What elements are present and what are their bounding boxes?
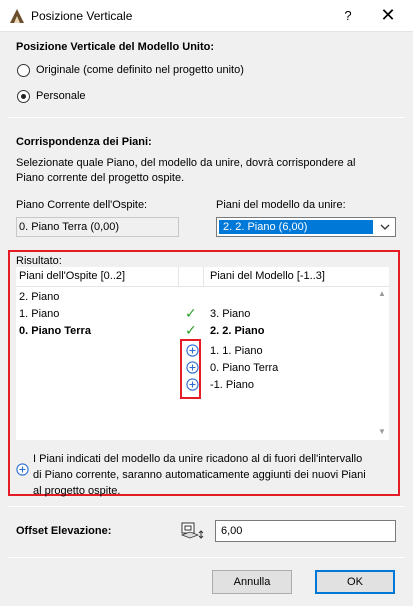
model-stories-label: Piani del modello da unire: bbox=[216, 199, 346, 211]
host-story-row-current: 0. Piano Terra bbox=[19, 325, 91, 337]
separator bbox=[8, 117, 405, 118]
result-list: Piani dell'Ospite [0..2] Piani del Model… bbox=[16, 267, 389, 440]
model-story-row-current: 2. 2. Piano bbox=[210, 325, 265, 337]
offset-label: Offset Elevazione: bbox=[16, 525, 112, 537]
chevron-down-icon bbox=[380, 224, 390, 230]
radio-original[interactable] bbox=[17, 64, 30, 77]
model-story-row: 0. Piano Terra bbox=[210, 362, 279, 374]
model-story-row: 3. Piano bbox=[210, 308, 251, 320]
host-story-field: 0. Piano Terra (0,00) bbox=[16, 217, 179, 237]
host-story-row: 2. Piano bbox=[19, 291, 60, 303]
elevation-offset-icon bbox=[180, 522, 204, 539]
match-description-2: Piano corrente del progetto ospite. bbox=[16, 172, 185, 184]
close-button[interactable]: ✕ bbox=[370, 4, 406, 28]
list-header: Piani dell'Ospite [0..2] Piani del Model… bbox=[16, 267, 389, 287]
separator bbox=[8, 557, 405, 558]
scroll-up-icon[interactable]: ▲ bbox=[378, 289, 386, 298]
scroll-down-icon[interactable]: ▼ bbox=[378, 427, 386, 436]
check-icon: ✓ bbox=[185, 305, 197, 321]
info-text-line: di Piano corrente, saranno automaticamen… bbox=[33, 469, 366, 481]
column-header-host: Piani dell'Ospite [0..2] bbox=[19, 270, 126, 282]
radio-custom[interactable] bbox=[17, 90, 30, 103]
add-story-info-icon bbox=[16, 463, 29, 476]
column-divider bbox=[178, 267, 179, 287]
cancel-button[interactable]: Annulla bbox=[212, 570, 292, 594]
help-button[interactable]: ? bbox=[334, 4, 362, 28]
list-scrollbar[interactable]: ▲ ▼ bbox=[375, 287, 389, 440]
radio-custom-label[interactable]: Personale bbox=[36, 90, 86, 102]
host-story-row: 1. Piano bbox=[19, 308, 60, 320]
model-story-selected: 2. 2. Piano (6,00) bbox=[219, 220, 373, 234]
match-description: Selezionate quale Piano, del modello da … bbox=[16, 157, 356, 169]
result-label: Risultato: bbox=[16, 255, 62, 267]
app-icon bbox=[10, 9, 24, 23]
separator bbox=[8, 506, 405, 507]
model-story-row: -1. Piano bbox=[210, 379, 255, 391]
info-text-line: al progetto ospite. bbox=[33, 485, 121, 497]
check-icon: ✓ bbox=[185, 322, 197, 338]
model-story-row: 1. 1. Piano bbox=[210, 345, 263, 357]
ok-button[interactable]: OK bbox=[315, 570, 395, 594]
window-title: Posizione Verticale bbox=[31, 9, 133, 23]
radio-original-label[interactable]: Originale (come definito nel progetto un… bbox=[36, 64, 244, 76]
column-divider bbox=[203, 267, 204, 287]
host-story-label: Piano Corrente dell'Ospite: bbox=[16, 199, 148, 211]
info-text-line: I Piani indicati del modello da unire ri… bbox=[33, 453, 363, 465]
model-story-dropdown[interactable]: 2. 2. Piano (6,00) bbox=[216, 217, 396, 237]
new-stories-highlight-box bbox=[180, 339, 201, 399]
column-header-model: Piani del Modello [-1..3] bbox=[210, 270, 325, 282]
match-heading: Corrispondenza dei Piani: bbox=[16, 136, 152, 148]
info-text: I Piani indicati del modello da unire ri… bbox=[33, 451, 389, 499]
offset-elevation-input[interactable]: 6,00 bbox=[215, 520, 396, 542]
position-heading: Posizione Verticale del Modello Unito: bbox=[16, 41, 215, 53]
